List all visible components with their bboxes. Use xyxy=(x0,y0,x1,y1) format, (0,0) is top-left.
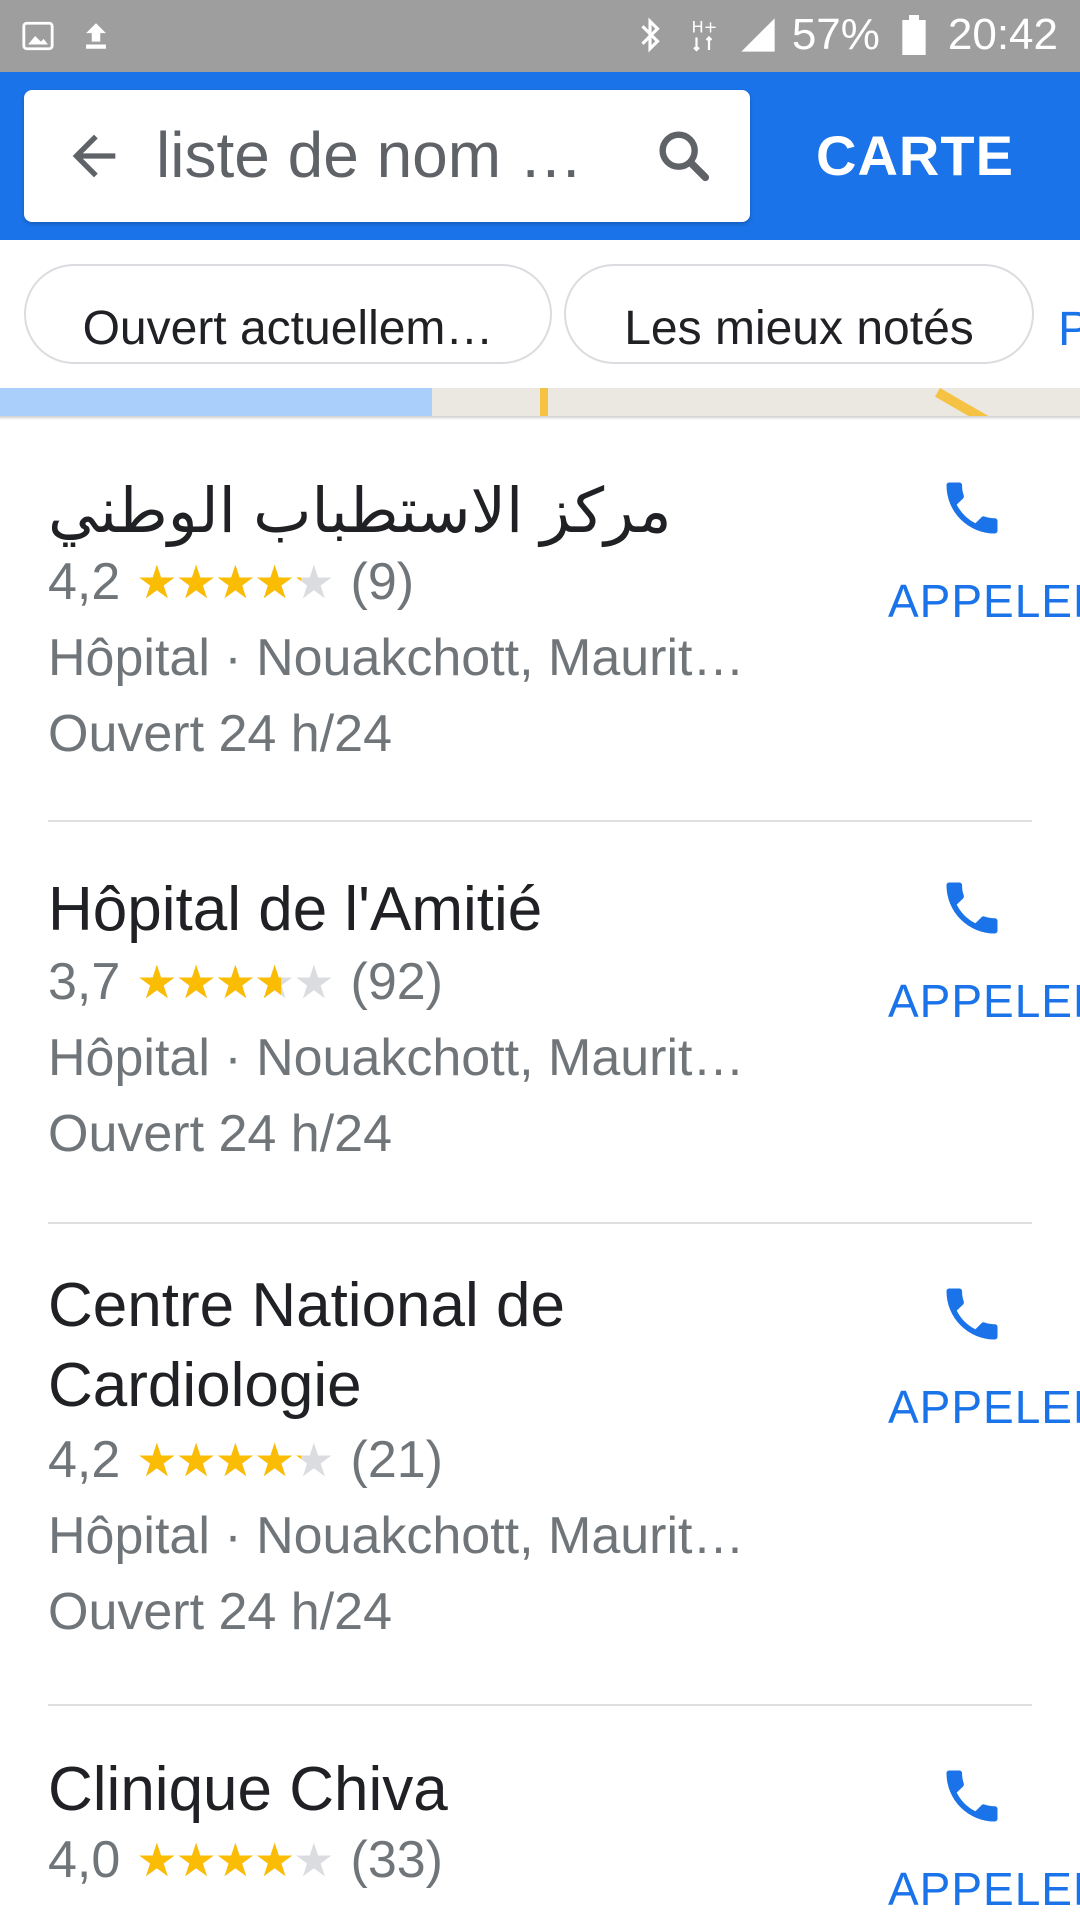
call-label: APPELER xyxy=(888,1863,1080,1915)
result-rating: 4,2 ★★★★★★★★★★ (9) xyxy=(48,552,414,612)
battery-percent: 57% xyxy=(791,10,880,59)
star-rating-icon: ★★★★★★★★★★ xyxy=(136,1834,334,1886)
result-category: Hôpital · Nouakchott, Maurit… xyxy=(48,1029,745,1087)
result-hours: Ouvert 24 h/24 xyxy=(48,705,392,763)
review-count: (33) xyxy=(350,1831,443,1889)
star-rating-icon: ★★★★★★★★★★ xyxy=(136,956,334,1008)
result-hours: Ouvert 24 h/24 xyxy=(48,1583,392,1641)
phone-icon xyxy=(938,1280,1006,1348)
result-category: Hôpital · Nouakchott, Maurit… xyxy=(48,629,745,687)
filter-chip-more[interactable]: P xyxy=(1058,280,1080,380)
search-box[interactable]: liste de nom … xyxy=(24,90,750,222)
result-name: Hôpital de l'Amitié xyxy=(48,875,543,944)
rating-value: 4,2 xyxy=(48,1431,121,1489)
upload-icon xyxy=(76,16,116,56)
rating-value: 4,2 xyxy=(48,553,121,611)
map-shadow xyxy=(0,416,1080,420)
review-count: (9) xyxy=(350,553,415,611)
result-name: Centre National de Cardiologie xyxy=(48,1271,565,1420)
image-icon xyxy=(18,16,58,56)
phone-icon xyxy=(938,474,1006,542)
status-bar: H+ 57% 20:42 xyxy=(0,0,1080,72)
divider xyxy=(48,1222,1032,1224)
filter-chip-top-rated[interactable]: Les mieux notés xyxy=(564,264,1034,364)
filter-chips: Ouvert actuellem… Les mieux notés P xyxy=(0,240,1080,390)
phone-icon xyxy=(938,874,1006,942)
network-hplus-icon: H+ xyxy=(684,15,724,55)
star-rating-icon: ★★★★★★★★★★ xyxy=(136,556,334,608)
result-hours: Ouvert 24 h/24 xyxy=(48,1105,392,1163)
rating-value: 3,7 xyxy=(48,953,121,1011)
search-input[interactable]: liste de nom … xyxy=(156,118,636,192)
search-icon[interactable] xyxy=(652,124,716,188)
status-right: H+ 57% 20:42 xyxy=(630,10,1058,60)
review-count: (21) xyxy=(350,1431,443,1489)
result-category: Hôpital · Nouakchott, Maurit… xyxy=(48,1507,745,1565)
map-preview[interactable] xyxy=(0,388,1080,418)
clock: 20:42 xyxy=(947,10,1058,59)
battery-icon xyxy=(894,15,934,55)
status-left xyxy=(18,16,116,56)
review-count: (92) xyxy=(350,953,443,1011)
filter-chip-open-now[interactable]: Ouvert actuellem… xyxy=(24,264,552,364)
svg-text:H+: H+ xyxy=(691,18,717,37)
result-rating: 4,0 ★★★★★★★★★★ (33) xyxy=(48,1830,443,1890)
bluetooth-icon xyxy=(630,15,670,55)
result-rating: 3,7 ★★★★★★★★★★ (92) xyxy=(48,952,443,1012)
map-button[interactable]: CARTE xyxy=(800,116,1030,196)
phone-icon xyxy=(938,1762,1006,1830)
result-rating: 4,2 ★★★★★★★★★★ (21) xyxy=(48,1430,443,1490)
app-bar: liste de nom … CARTE xyxy=(0,72,1080,240)
call-label: APPELER xyxy=(888,575,1080,627)
map-road xyxy=(935,388,1001,418)
back-arrow-icon[interactable] xyxy=(62,124,126,188)
star-rating-icon: ★★★★★★★★★★ xyxy=(136,1434,334,1486)
divider xyxy=(48,1704,1032,1706)
call-label: APPELER xyxy=(888,1381,1080,1433)
divider xyxy=(48,820,1032,822)
result-name: Clinique Chiva xyxy=(48,1755,448,1824)
result-name: مركز الاستطباب الوطني xyxy=(48,477,672,546)
rating-value: 4,0 xyxy=(48,1831,121,1889)
map-road xyxy=(540,388,548,418)
signal-icon xyxy=(738,15,778,55)
call-label: APPELER xyxy=(888,975,1080,1027)
map-water xyxy=(0,388,432,418)
